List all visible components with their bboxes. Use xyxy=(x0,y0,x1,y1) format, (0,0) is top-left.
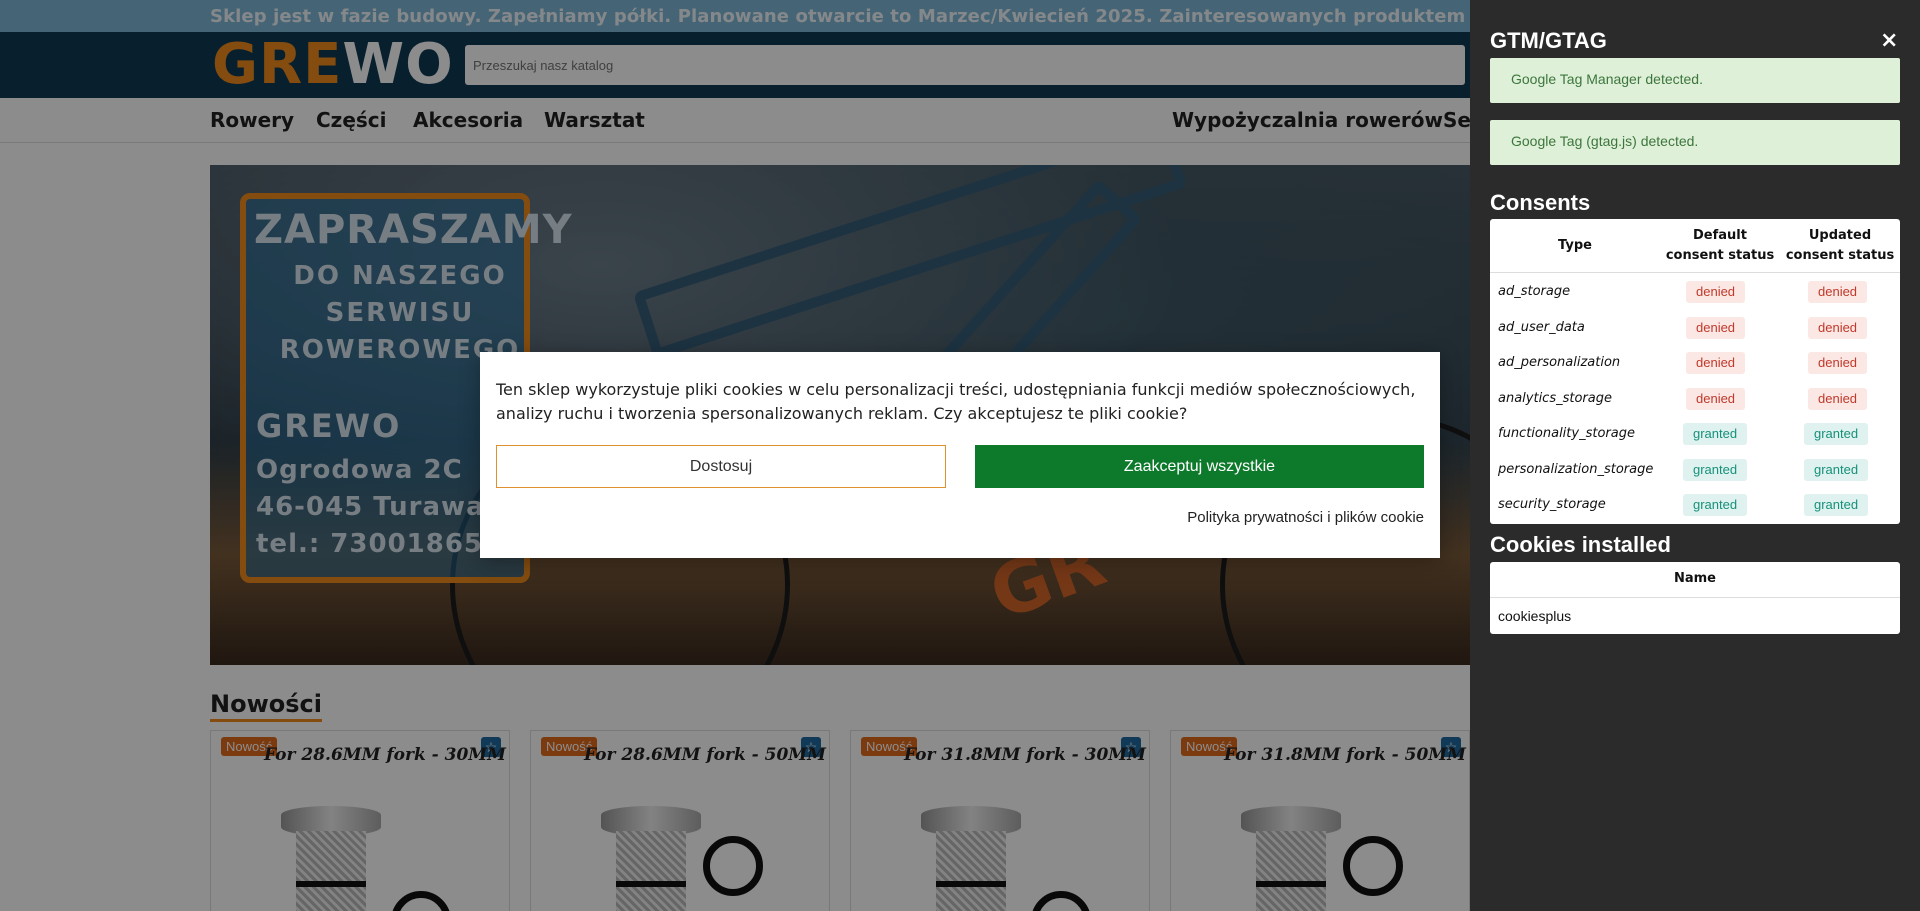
consent-type: analytics_storage xyxy=(1498,391,1612,406)
consent-type: ad_storage xyxy=(1498,284,1571,299)
consent-type: security_storage xyxy=(1498,497,1606,512)
cookie-consent-text: Ten sklep wykorzystuje pliki cookies w c… xyxy=(496,380,1416,423)
table-row: ad_user_data denied denied xyxy=(1490,310,1900,346)
cookies-heading: Cookies installed xyxy=(1490,532,1671,557)
table-row: ad_personalization denied denied xyxy=(1490,345,1900,381)
default-status-badge: denied xyxy=(1686,388,1746,410)
consent-type: ad_user_data xyxy=(1498,320,1585,335)
gtag-detected-alert: Google Tag (gtag.js) detected. xyxy=(1490,120,1900,165)
privacy-policy-link[interactable]: Polityka prywatności i plików cookie xyxy=(1187,509,1424,526)
default-status-badge: denied xyxy=(1686,317,1746,339)
consents-heading: Consents xyxy=(1490,190,1591,215)
default-status-badge: denied xyxy=(1686,352,1746,374)
col-default-line2: consent status xyxy=(1665,248,1775,263)
accept-all-button[interactable]: Zaakceptuj wszystkie xyxy=(975,445,1424,488)
gtm-detected-alert: Google Tag Manager detected. xyxy=(1490,58,1900,103)
updated-status-badge: denied xyxy=(1808,281,1868,303)
consents-table-header: Type Default consent status Updated cons… xyxy=(1490,219,1900,273)
updated-status-badge: granted xyxy=(1804,494,1869,516)
col-name: Name xyxy=(1490,562,1900,598)
table-row: functionality_storage granted granted xyxy=(1490,416,1900,452)
consent-type: functionality_storage xyxy=(1498,426,1635,441)
default-status-badge: granted xyxy=(1683,459,1748,481)
table-row: personalization_storage granted granted xyxy=(1490,452,1900,488)
table-row: ad_storage denied denied xyxy=(1490,274,1900,310)
cookie-consent-modal: Ten sklep wykorzystuje pliki cookies w c… xyxy=(480,352,1440,558)
updated-status-badge: denied xyxy=(1808,352,1868,374)
consent-type: personalization_storage xyxy=(1498,462,1654,477)
gtm-inspector-panel: GTM/GTAG × Google Tag Manager detected. … xyxy=(1470,0,1920,911)
default-status-badge: granted xyxy=(1683,423,1748,445)
updated-status-badge: granted xyxy=(1804,423,1869,445)
panel-title: GTM/GTAG xyxy=(1490,28,1607,53)
col-updated-line1: Updated xyxy=(1808,228,1872,243)
table-row: analytics_storage denied denied xyxy=(1490,381,1900,417)
consent-type: ad_personalization xyxy=(1498,355,1621,370)
default-status-badge: granted xyxy=(1683,494,1748,516)
col-updated-line2: consent status xyxy=(1785,248,1895,263)
cookies-table: Name cookiesplus xyxy=(1490,562,1900,634)
consents-table: Type Default consent status Updated cons… xyxy=(1490,219,1900,524)
table-row: security_storage granted granted xyxy=(1490,487,1900,523)
close-icon[interactable]: × xyxy=(1880,30,1898,52)
default-status-badge: denied xyxy=(1686,281,1746,303)
updated-status-badge: denied xyxy=(1808,317,1868,339)
cookie-name: cookiesplus xyxy=(1498,608,1572,624)
col-default-line1: Default xyxy=(1693,228,1747,243)
updated-status-badge: granted xyxy=(1804,459,1869,481)
updated-status-badge: denied xyxy=(1808,388,1868,410)
col-type: Type xyxy=(1558,238,1592,253)
customize-button[interactable]: Dostosuj xyxy=(496,445,946,488)
